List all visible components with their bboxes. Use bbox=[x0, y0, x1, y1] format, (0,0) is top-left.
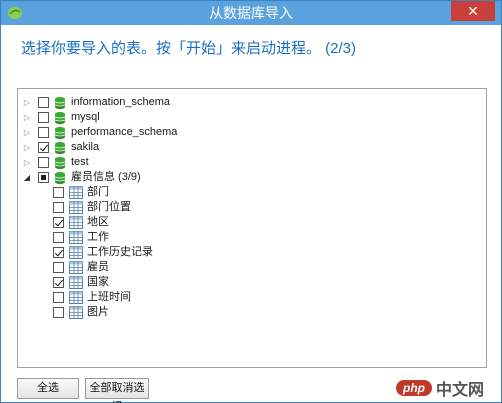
table-checkbox[interactable] bbox=[53, 247, 64, 258]
tree-node-database[interactable]: ▷ performance_schema bbox=[22, 125, 177, 140]
database-icon bbox=[54, 156, 66, 169]
table-icon bbox=[69, 246, 83, 259]
database-icon bbox=[54, 141, 66, 154]
table-checkbox[interactable] bbox=[53, 277, 64, 288]
table-checkbox[interactable] bbox=[53, 217, 64, 228]
watermark-logo: php 中文网 bbox=[381, 375, 499, 401]
database-icon bbox=[54, 126, 66, 139]
tree-node-table[interactable]: 上班时间 bbox=[53, 290, 131, 305]
database-label: 雇员信息 (3/9) bbox=[71, 171, 141, 183]
database-label: mysql bbox=[71, 111, 100, 123]
table-label: 部门位置 bbox=[87, 201, 131, 213]
watermark-cn: 中文网 bbox=[435, 382, 484, 399]
table-checkbox[interactable] bbox=[53, 292, 64, 303]
table-label: 工作历史记录 bbox=[87, 246, 153, 258]
database-icon bbox=[54, 96, 66, 109]
database-checkbox[interactable] bbox=[38, 142, 49, 153]
table-checkbox[interactable] bbox=[53, 202, 64, 213]
database-icon bbox=[54, 171, 66, 184]
table-icon bbox=[69, 306, 83, 319]
instruction-text: 选择你要导入的表。按「开始」来启动进程。 (2/3) bbox=[21, 40, 357, 57]
tree-node-database[interactable]: ▷ mysql bbox=[22, 110, 100, 125]
watermark-php: php bbox=[395, 380, 432, 396]
close-button[interactable]: ✕ bbox=[451, 1, 495, 21]
table-icon bbox=[69, 201, 83, 214]
database-icon bbox=[54, 111, 66, 124]
tree-node-database[interactable]: ▷ information_schema bbox=[22, 95, 170, 110]
table-checkbox[interactable] bbox=[53, 262, 64, 273]
expand-arrow-icon[interactable]: ▷ bbox=[22, 155, 32, 170]
table-icon bbox=[69, 291, 83, 304]
database-checkbox[interactable] bbox=[38, 97, 49, 108]
tree-node-database[interactable]: ▷ sakila bbox=[22, 140, 99, 155]
window-title: 从数据库导入 bbox=[209, 5, 293, 21]
table-label: 图片 bbox=[87, 306, 109, 318]
table-icon bbox=[69, 231, 83, 244]
tree-node-table[interactable]: 工作历史记录 bbox=[53, 245, 153, 260]
tree-node-table[interactable]: 国家 bbox=[53, 275, 109, 290]
database-checkbox[interactable] bbox=[38, 127, 49, 138]
table-label: 国家 bbox=[87, 276, 109, 288]
table-icon bbox=[69, 216, 83, 229]
table-checkbox[interactable] bbox=[53, 307, 64, 318]
expand-arrow-icon[interactable]: ▷ bbox=[22, 125, 32, 140]
table-label: 地区 bbox=[87, 216, 109, 228]
tree-node-database[interactable]: ▷ test bbox=[22, 155, 89, 170]
deselect-all-button[interactable]: 全部取消选择 bbox=[85, 378, 149, 403]
tree-node-database-expanded[interactable]: ◢ 雇员信息 (3/9) bbox=[22, 170, 141, 185]
tree-node-table[interactable]: 地区 bbox=[53, 215, 109, 230]
table-icon bbox=[69, 276, 83, 289]
table-label: 部门 bbox=[87, 186, 109, 198]
table-icon bbox=[69, 261, 83, 274]
expand-arrow-icon[interactable]: ▷ bbox=[22, 110, 32, 125]
table-label: 工作 bbox=[87, 231, 109, 243]
tree-node-table[interactable]: 部门 bbox=[53, 185, 109, 200]
expand-arrow-icon[interactable]: ▷ bbox=[22, 140, 32, 155]
table-checkbox[interactable] bbox=[53, 232, 64, 243]
database-label: test bbox=[71, 156, 89, 168]
import-dialog: 从数据库导入 ✕ 选择你要导入的表。按「开始」来启动进程。 (2/3) ▷ in… bbox=[0, 0, 502, 403]
tree-node-table[interactable]: 图片 bbox=[53, 305, 109, 320]
tree-node-table[interactable]: 工作 bbox=[53, 230, 109, 245]
database-checkbox[interactable] bbox=[38, 112, 49, 123]
collapse-arrow-icon[interactable]: ◢ bbox=[22, 170, 32, 185]
tree-node-table[interactable]: 部门位置 bbox=[53, 200, 131, 215]
table-label: 上班时间 bbox=[87, 291, 131, 303]
database-label: performance_schema bbox=[71, 126, 178, 138]
title-bar[interactable]: 从数据库导入 ✕ bbox=[1, 1, 501, 25]
database-checkbox[interactable] bbox=[38, 172, 49, 183]
database-label: sakila bbox=[71, 141, 100, 153]
table-checkbox[interactable] bbox=[53, 187, 64, 198]
select-all-button[interactable]: 全选 bbox=[17, 378, 79, 399]
tree-node-table[interactable]: 雇员 bbox=[53, 260, 109, 275]
expand-arrow-icon[interactable]: ▷ bbox=[22, 95, 32, 110]
table-icon bbox=[69, 186, 83, 199]
database-label: information_schema bbox=[71, 96, 171, 108]
database-checkbox[interactable] bbox=[38, 157, 49, 168]
table-label: 雇员 bbox=[87, 261, 109, 273]
table-tree[interactable]: ▷ information_schema ▷ mysql ▷ performan… bbox=[17, 88, 487, 368]
